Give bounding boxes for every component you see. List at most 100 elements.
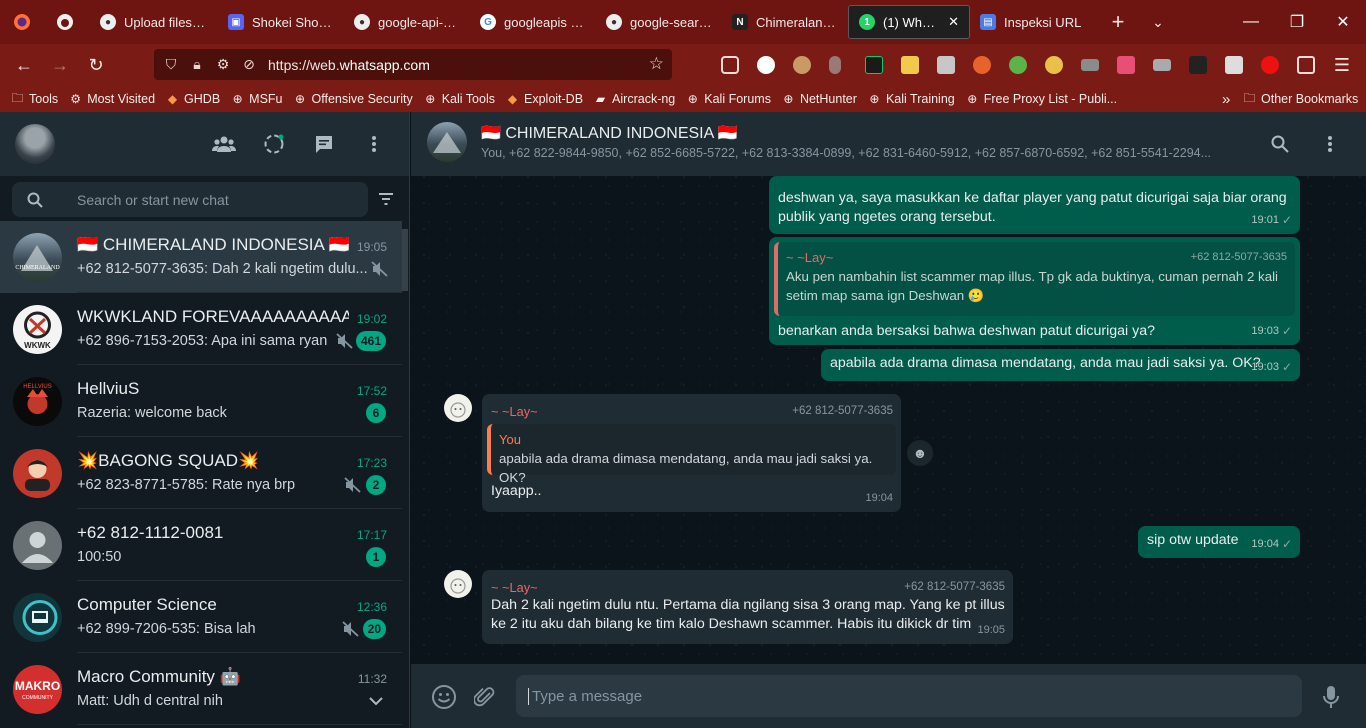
emoji-icon[interactable] [431, 684, 457, 710]
image-ext-icon[interactable] [1225, 56, 1243, 74]
microphone-icon[interactable] [1318, 684, 1344, 710]
bookmark-kali-forums[interactable]: ⊕ Kali Forums [685, 92, 771, 106]
screen-ext-icon[interactable] [1081, 59, 1099, 71]
chevron-down-icon[interactable] [369, 693, 383, 711]
robot-ext-icon[interactable] [937, 56, 955, 74]
search-icon[interactable] [1268, 132, 1292, 156]
record-ext-icon[interactable] [1261, 56, 1279, 74]
extensions-icon[interactable] [1297, 56, 1315, 74]
github-pinned-icon[interactable] [40, 6, 90, 38]
duckduckgo-ext-icon[interactable] [757, 56, 775, 74]
forward-icon[interactable]: → [42, 49, 78, 81]
back-icon[interactable]: ← [6, 49, 42, 81]
list-item[interactable]: HELLVIUS HellviuS 17:52 Razeria: welcome… [0, 365, 402, 437]
bookmark-msfu[interactable]: ⊕ MSFu [230, 92, 283, 106]
reload-icon[interactable]: ↻ [78, 49, 114, 81]
new-chat-icon[interactable] [311, 132, 337, 156]
wappalyzer-icon[interactable] [865, 56, 883, 74]
bookmark-most-visited[interactable]: ⚙ Most Visited [68, 92, 155, 106]
hackbar-ext-icon[interactable] [973, 56, 991, 74]
card-ext-icon[interactable] [1153, 59, 1171, 71]
tab-shokei-shoujo[interactable]: ▣ Shokei Shoujo n [218, 5, 344, 39]
hamburger-menu-icon[interactable]: ☰ [1324, 49, 1360, 81]
new-tab-icon[interactable]: + [1098, 6, 1138, 38]
search-input[interactable] [77, 191, 357, 208]
list-item[interactable]: Computer Science 12:36 +62 899-7206-535:… [0, 581, 402, 653]
message-incoming[interactable]: ~ ~Lay~ +62 812-5077-3635 Dah 2 kali nge… [482, 570, 1013, 644]
message-outgoing[interactable]: deshwan ya, saya masukkan ke daftar play… [769, 176, 1300, 234]
chat-preview: 100:50 [77, 549, 122, 565]
firefox-menu-icon[interactable] [4, 6, 40, 38]
quoted-message[interactable]: ~ ~Lay~ +62 812-5077-3635 Aku pen nambah… [774, 242, 1295, 316]
bookmark-star-icon[interactable]: ☆ [649, 54, 664, 74]
url-bar[interactable]: ⛉ 🔒︎ ⚙ ⊘ https://web.whatsapp.com ☆ [154, 49, 672, 80]
attach-icon[interactable] [472, 684, 498, 710]
message-outgoing[interactable]: apabila ada drama dimasa mendatang, anda… [821, 349, 1300, 381]
tab-whatsapp[interactable]: 1 (1) WhatsApp ✕ [848, 5, 970, 39]
bookmark-offensive-security[interactable]: ⊕ Offensive Security [293, 92, 413, 106]
tab-google-api-node[interactable]: ● google-api-nod [344, 5, 470, 39]
react-emoji-icon[interactable]: ☻ [907, 440, 933, 466]
avatar[interactable] [427, 122, 467, 162]
chat-list: CHIMERALAND 🇮🇩 CHIMERALAND INDONESIA 🇮🇩 … [0, 221, 402, 725]
bookmark-exploit-db[interactable]: ◆ Exploit-DB [505, 92, 583, 106]
bookmark-aircrack[interactable]: ▰ Aircrack-ng [593, 92, 675, 106]
chat-name: 🇮🇩 CHIMERALAND INDONESIA 🇮🇩 [77, 235, 349, 254]
unread-badge: 6 [366, 403, 386, 423]
tab-chimeraland[interactable]: N Chimeraland Sc [722, 5, 848, 39]
shield-icon[interactable]: ⛉ [158, 56, 184, 73]
close-tab-icon[interactable]: ✕ [948, 14, 959, 30]
filter-icon[interactable] [378, 192, 394, 211]
restore-icon[interactable]: ❐ [1274, 0, 1320, 44]
no-tracking-icon[interactable]: ⊘ [236, 56, 262, 73]
minimize-icon[interactable]: — [1228, 0, 1274, 44]
bookmark-ghdb[interactable]: ◆ GHDB [165, 92, 220, 106]
pocket-icon[interactable] [721, 56, 739, 74]
list-item[interactable]: 💥BAGONG SQUAD💥 17:23 +62 823-8771-5785: … [0, 437, 402, 509]
bookmark-kali-training[interactable]: ⊕ Kali Training [867, 92, 954, 106]
message-outgoing[interactable]: ~ ~Lay~ +62 812-5077-3635 Aku pen nambah… [769, 237, 1300, 345]
list-item[interactable]: WKWK WKWKLAND FOREVAAAAAAAAAAA 19:02 +62… [0, 293, 402, 365]
mask-ext-icon[interactable] [1189, 56, 1207, 74]
status-icon[interactable] [261, 132, 287, 156]
avatar[interactable] [15, 124, 55, 164]
bookmarks-overflow-icon[interactable]: » [1222, 91, 1230, 108]
lock-icon[interactable]: 🔒︎ [184, 56, 210, 73]
message-outgoing[interactable]: sip otw update 19:04 ✓ [1138, 526, 1300, 558]
tab-googleapis-node[interactable]: G googleapis nod [470, 5, 596, 39]
list-tabs-chevron-icon[interactable]: ⌄ [1138, 6, 1178, 38]
communities-icon[interactable] [211, 132, 237, 156]
list-item[interactable]: MAKRO COMMUNITY Macro Community 🤖 11:32 M… [0, 653, 402, 725]
mouse-ext-icon[interactable] [829, 56, 841, 74]
globe-ext-icon[interactable] [1009, 56, 1027, 74]
permissions-icon[interactable]: ⚙ [210, 56, 236, 73]
search-box[interactable] [12, 182, 368, 217]
chat-name: 💥BAGONG SQUAD💥 [77, 451, 260, 470]
bookmark-other[interactable]: 🗀 Other Bookmarks [1242, 91, 1358, 107]
bookmark-kali-tools[interactable]: ⊕ Kali Tools [423, 92, 495, 106]
menu-icon[interactable] [361, 132, 387, 156]
list-item[interactable]: CHIMERALAND 🇮🇩 CHIMERALAND INDONESIA 🇮🇩 … [0, 221, 402, 293]
close-window-icon[interactable]: ✕ [1320, 0, 1366, 44]
tab-google-search-console[interactable]: ● google-searchc [596, 5, 722, 39]
cat-ext-icon[interactable] [1045, 56, 1063, 74]
bookmark-tools[interactable]: 🗀 Tools [10, 91, 58, 107]
avatar[interactable] [444, 570, 472, 598]
tab-inspeksi-url[interactable]: ▤ Inspeksi URL [970, 5, 1098, 39]
cookie-ext-icon[interactable] [793, 56, 811, 74]
message-input-box[interactable] [516, 675, 1302, 717]
sidebar-scrollbar[interactable] [402, 229, 408, 291]
avatar[interactable] [444, 394, 472, 422]
conversation-header[interactable]: 🇮🇩 CHIMERALAND INDONESIA 🇮🇩 You, +62 822… [411, 112, 1366, 176]
grid-ext-icon[interactable] [1117, 56, 1135, 74]
tab-upload-files[interactable]: ● Upload files · di [90, 5, 218, 39]
house-ext-icon[interactable] [901, 56, 919, 74]
bookmark-free-proxy-list[interactable]: ⊕ Free Proxy List - Publi... [965, 92, 1117, 106]
list-item[interactable]: +62 812-1112-0081 17:17 100:50 1 [0, 509, 402, 581]
bookmark-nethunter[interactable]: ⊕ NetHunter [781, 92, 857, 106]
quoted-message[interactable]: You apabila ada drama dimasa mendatang, … [487, 424, 896, 485]
page-title: 🇮🇩 CHIMERALAND INDONESIA 🇮🇩 [481, 125, 738, 142]
message-incoming[interactable]: ~ ~Lay~ +62 812-5077-3635 You apabila ad… [482, 394, 901, 512]
menu-icon[interactable] [1318, 132, 1342, 156]
message-input[interactable] [528, 687, 1288, 705]
